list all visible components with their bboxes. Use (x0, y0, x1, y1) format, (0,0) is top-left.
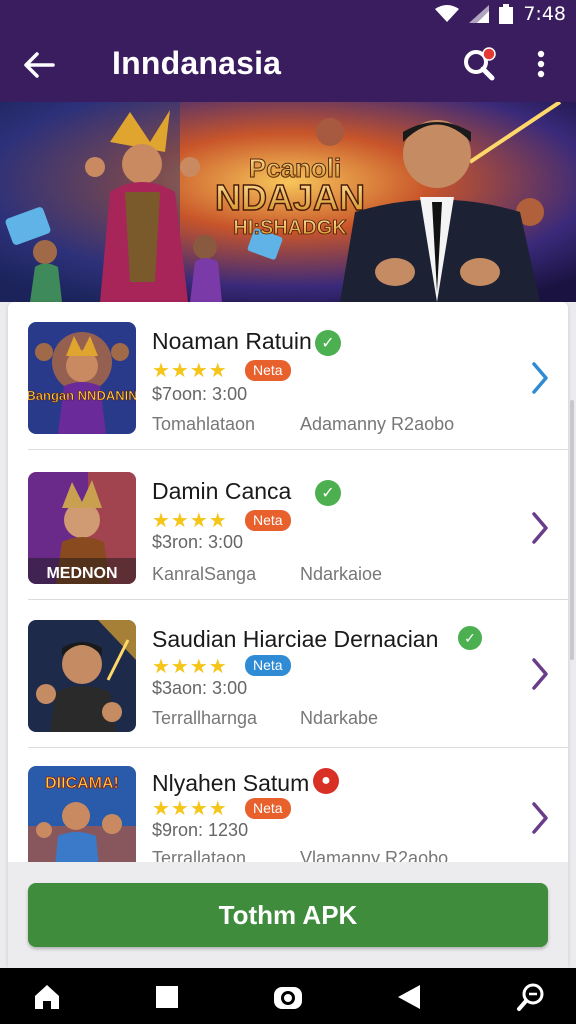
app-price-time: $3ron: 3:00 (152, 532, 244, 552)
svg-text:HI:SHADGK: HI:SHADGK (233, 217, 347, 239)
status-badge: Neta (245, 360, 291, 381)
search-nav-icon[interactable] (514, 980, 548, 1014)
list-item[interactable]: Saudian Hiarciae Dernacian ✓ ★★★★ Neta $… (8, 602, 568, 748)
app-developer: Tomahlataon (152, 414, 256, 434)
verified-icon: ● (313, 768, 339, 794)
system-nav-bar (0, 968, 576, 1024)
status-bar: 7:48 (0, 0, 576, 28)
svg-text:MEDNON: MEDNON (46, 565, 117, 582)
scrollbar[interactable] (570, 400, 574, 660)
app-name: Saudian Hiarciae Dernacian (152, 626, 439, 652)
status-badge: Neta (245, 510, 291, 531)
battery-icon (499, 4, 514, 24)
app-developer: Terrallharnga (152, 708, 258, 728)
app-price-time: $3aon: 3:00 (152, 678, 248, 698)
app-thumbnail: MEDNON (28, 472, 136, 584)
app-developer: KanralSanga (152, 564, 257, 584)
app-bar: Inndanasia (0, 28, 576, 102)
status-badge: Neta (245, 655, 291, 676)
chevron-right-icon[interactable] (528, 656, 552, 692)
svg-text:NDAJAN: NDAJAN (215, 177, 365, 218)
verified-icon: ✓ (315, 330, 341, 356)
app-thumbnail (28, 620, 136, 732)
app-price-time: $9ron: 1230 (152, 820, 249, 840)
search-icon[interactable] (458, 42, 502, 86)
rating-stars: ★★★★ (152, 798, 228, 820)
status-time: 7:48 (523, 3, 566, 25)
back-triangle-icon[interactable] (392, 980, 426, 1014)
svg-text:Bangan NNDANIN: Bangan NNDANIN (28, 388, 136, 403)
chevron-right-icon[interactable] (528, 800, 552, 836)
app-publisher: Adamanny R2aobo (300, 414, 455, 434)
verified-icon: ✓ (315, 480, 341, 506)
stop-icon[interactable] (150, 980, 184, 1014)
list-item[interactable]: Bangan NNDANIN Noaman Ratuin ✓ ★★★★ Neta… (8, 302, 568, 450)
wifi-icon (435, 5, 460, 22)
divider (28, 599, 568, 600)
list-item[interactable]: MEDNON Damin Canca ✓ ★★★★ Neta $3ron: 3:… (8, 452, 568, 600)
status-badge: Neta (245, 798, 291, 819)
app-publisher: Ndarkabe (300, 708, 379, 728)
app-thumbnail: Bangan NNDANIN (28, 322, 136, 434)
verified-icon: ✓ (458, 626, 482, 650)
signal-icon (469, 5, 490, 23)
app-price-time: $7oon: 3:00 (152, 384, 248, 404)
camera-icon[interactable] (271, 980, 305, 1014)
chevron-right-icon[interactable] (528, 510, 552, 546)
back-arrow-icon[interactable] (18, 44, 60, 86)
hero-banner[interactable]: Pcanoli NDAJAN HI:SHADGK (0, 102, 576, 302)
install-apk-button[interactable]: Tothm APK (28, 883, 548, 947)
app-name: Nlyahen Satum (152, 770, 310, 796)
divider (28, 449, 568, 450)
app-publisher: Ndarkaioe (300, 564, 383, 584)
more-vert-icon[interactable] (524, 42, 558, 86)
app-name: Noaman Ratuin (152, 328, 312, 354)
app-name: Damin Canca (152, 478, 292, 504)
rating-stars: ★★★★ (152, 510, 228, 532)
rating-stars: ★★★★ (152, 360, 228, 382)
rating-stars: ★★★★ (152, 656, 228, 678)
page-title: Inndanasia (112, 45, 282, 81)
home-icon[interactable] (30, 980, 64, 1014)
footer-bar: Tothm APK (8, 862, 568, 968)
chevron-right-icon[interactable] (528, 360, 552, 396)
svg-text:DIICAMA!: DIICAMA! (45, 775, 119, 792)
